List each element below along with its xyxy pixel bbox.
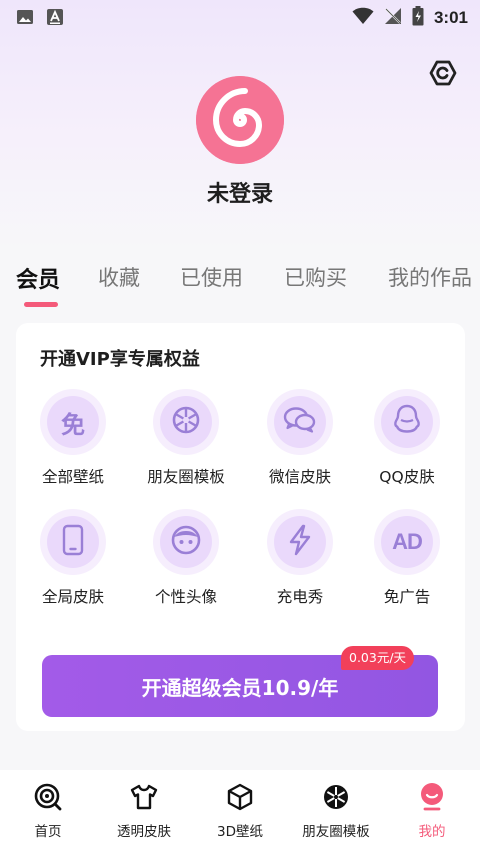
tab-used[interactable]: 已使用 (180, 262, 243, 292)
active-tab-indicator (24, 302, 58, 307)
perk-label: 全部壁纸 (41, 468, 104, 486)
perk-qq-skin[interactable]: QQ皮肤 (355, 389, 459, 487)
perk-label: 全局皮肤 (41, 588, 104, 606)
no-signal-icon (384, 7, 402, 29)
perk-label: 免广告 (383, 588, 431, 606)
status-bar: 3:01 (0, 0, 480, 34)
tab-my-works[interactable]: 我的作品 (388, 262, 472, 292)
perk-no-ads[interactable]: AD 免广告 (355, 509, 459, 607)
perk-label: QQ皮肤 (379, 468, 435, 486)
tab-favorites[interactable]: 收藏 (98, 262, 140, 292)
profile-tabs: 会员 收藏 已使用 已购买 我的作品 (0, 262, 480, 312)
nav-moments-template[interactable]: 朋友圈模板 (288, 784, 384, 840)
perk-wechat-skin[interactable]: 微信皮肤 (248, 389, 352, 487)
clock: 3:01 (433, 8, 468, 27)
perk-moments-template[interactable]: 朋友圈模板 (134, 389, 238, 487)
ad-icon: AD (392, 529, 423, 554)
nav-label: 我的 (418, 824, 446, 840)
lightning-icon (286, 524, 314, 560)
hexagon-settings-icon (428, 60, 458, 92)
cube-icon (226, 783, 254, 815)
settings-button[interactable] (428, 58, 458, 88)
perk-label: 朋友圈模板 (147, 468, 225, 486)
nav-mine[interactable]: 我的 (384, 782, 480, 840)
bottom-navigation: 首页 透明皮肤 3D壁纸 朋友圈模板 我的 (0, 770, 480, 853)
perk-all-wallpapers[interactable]: 免 全部壁纸 (21, 389, 125, 487)
nav-label: 3D壁纸 (217, 824, 263, 840)
perk-charging-show[interactable]: 充电秀 (248, 509, 352, 607)
nav-label: 朋友圈模板 (302, 824, 370, 840)
nav-3d-wallpaper[interactable]: 3D壁纸 (192, 783, 288, 840)
perk-label: 个性头像 (154, 588, 217, 606)
tab-membership[interactable]: 会员 (16, 262, 60, 294)
vip-benefits-card: 开通VIP享专属权益 免 全部壁纸 朋友圈模板 微信皮肤 QQ皮肤 全局皮肤 个… (16, 323, 465, 731)
face-icon (170, 524, 202, 560)
profile-icon (418, 782, 446, 816)
wechat-icon (283, 405, 317, 439)
perk-global-skin[interactable]: 全局皮肤 (21, 509, 125, 607)
battery-icon (412, 6, 424, 30)
image-notification-icon (16, 8, 34, 30)
nav-label: 首页 (34, 824, 62, 840)
tshirt-icon (129, 783, 159, 815)
perk-personal-avatar[interactable]: 个性头像 (134, 509, 238, 607)
perk-label: 微信皮肤 (268, 468, 331, 486)
avatar[interactable] (196, 76, 284, 164)
aperture-icon (322, 783, 350, 815)
card-title: 开通VIP享专属权益 (40, 349, 200, 370)
phone-icon (61, 524, 85, 560)
nav-label: 透明皮肤 (117, 824, 171, 840)
home-target-icon (34, 783, 62, 815)
qq-penguin-icon (393, 404, 421, 440)
tab-purchased[interactable]: 已购买 (284, 262, 347, 292)
free-badge-icon: 免 (61, 410, 85, 439)
a-notification-icon (46, 8, 64, 30)
nav-home[interactable]: 首页 (0, 783, 96, 840)
wifi-icon (352, 7, 374, 29)
price-per-day-badge: 0.03元/天 (341, 646, 415, 670)
perk-label: 充电秀 (276, 588, 324, 606)
aperture-icon (171, 405, 201, 439)
nav-transparent-skin[interactable]: 透明皮肤 (96, 784, 192, 840)
username-label[interactable]: 未登录 (0, 176, 480, 208)
